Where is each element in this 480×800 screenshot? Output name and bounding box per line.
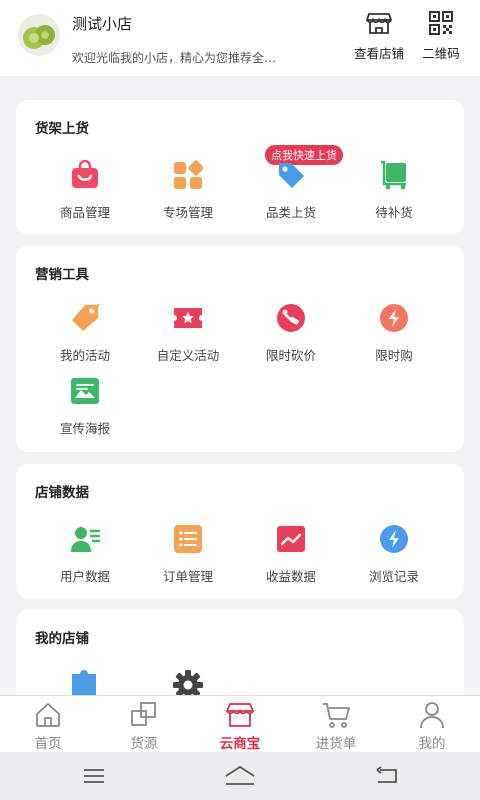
view-store-label: 查看店铺 [353, 46, 404, 61]
item-label: 商品管理 [59, 205, 110, 220]
item-label: 收益数据 [265, 569, 316, 584]
browse-history-button[interactable]: 浏览记录 [338, 524, 450, 585]
tag-icon [72, 303, 100, 331]
home-icon [36, 703, 60, 727]
item-label: 待补货 [375, 205, 413, 220]
tab-mine[interactable]: 我的 [384, 700, 480, 752]
poster-icon [71, 378, 99, 404]
item-label: 用户数据 [59, 569, 110, 584]
cart-icon [381, 160, 406, 190]
shop-avatar[interactable] [18, 14, 60, 56]
tab-sources[interactable]: 货源 [96, 700, 192, 752]
store-icon [366, 13, 392, 34]
system-navigation-bar [0, 752, 480, 800]
bottom-tab-bar: 首页 货源 云商宝 进货单 我的 [0, 695, 480, 752]
item-label: 限时砍价 [265, 348, 316, 363]
flash-sale-button[interactable]: 限时购 [338, 303, 450, 364]
tag-icon [279, 163, 304, 188]
trend-icon [277, 526, 305, 552]
limited-bargain-button[interactable]: 限时砍价 [235, 303, 347, 364]
poster-button[interactable]: 宣传海报 [29, 376, 141, 437]
shelf-section: 货架上货 商品管理 专场管理 点我快速上货 品类上货 待补货 [16, 100, 464, 234]
store-data-section: 店铺数据 用户数据 订单管理 收益数据 浏览记录 [16, 464, 464, 598]
tab-label: 进货单 [315, 736, 357, 752]
section-title: 货架上货 [35, 121, 89, 137]
tab-label: 我的 [418, 736, 446, 752]
item-label: 订单管理 [162, 569, 213, 584]
store-icon [226, 703, 254, 727]
product-management-button[interactable]: 商品管理 [29, 160, 141, 221]
special-management-button[interactable]: 专场管理 [132, 160, 244, 221]
tab-label: 云商宝 [219, 736, 261, 752]
squares-icon [131, 702, 156, 726]
flash-icon [380, 304, 408, 332]
back-icon[interactable] [374, 764, 400, 788]
item-label: 专场管理 [162, 205, 213, 220]
person-icon [420, 702, 444, 729]
qrcode-label: 二维码 [422, 46, 460, 61]
item-label: 宣传海报 [59, 421, 110, 436]
item-label: 品类上货 [265, 205, 316, 220]
ticket-icon [174, 308, 202, 328]
cart-icon [323, 703, 350, 728]
item-label: 我的活动 [59, 348, 110, 363]
tab-label: 货源 [130, 736, 158, 752]
category-listing-button[interactable]: 品类上货 [235, 160, 347, 221]
grid-icon [174, 160, 203, 189]
shop-name: 测试小店 [72, 15, 133, 33]
user-data-button[interactable]: 用户数据 [29, 524, 141, 585]
flash-icon [380, 525, 408, 553]
custom-activity-button[interactable]: 自定义活动 [132, 303, 244, 364]
section-title: 我的店铺 [35, 631, 89, 647]
menu-icon[interactable] [82, 764, 106, 788]
tab-purchase-list[interactable]: 进货单 [288, 700, 384, 752]
qrcode-icon [429, 11, 453, 35]
section-title: 店铺数据 [35, 485, 89, 501]
view-store-button[interactable]: 查看店铺 [347, 10, 411, 62]
shopping-bag-icon [72, 160, 98, 188]
item-label: 限时购 [375, 348, 413, 363]
tab-label: 首页 [34, 736, 62, 752]
item-label: 浏览记录 [368, 569, 419, 584]
tab-cloud-store[interactable]: 云商宝 [192, 700, 288, 752]
section-title: 营销工具 [35, 267, 89, 283]
restock-button[interactable]: 待补货 [338, 160, 450, 221]
item-label: 自定义活动 [156, 348, 220, 363]
shop-header: 测试小店 欢迎光临我的小店，精心为您推荐全… 查看店铺 二维码 [0, 0, 480, 76]
home-nav-icon[interactable] [224, 764, 256, 788]
user-card-icon [71, 527, 100, 552]
list-icon [174, 525, 202, 553]
order-management-button[interactable]: 订单管理 [132, 524, 244, 585]
price-cut-icon [277, 304, 305, 332]
tab-home[interactable]: 首页 [0, 700, 96, 752]
revenue-data-button[interactable]: 收益数据 [235, 524, 347, 585]
marketing-section: 营销工具 我的活动 自定义活动 限时砍价 限时购 宣传海报 [16, 246, 464, 452]
shop-description: 欢迎光临我的小店，精心为您推荐全… [72, 51, 277, 65]
my-activity-button[interactable]: 我的活动 [29, 303, 141, 364]
qrcode-button[interactable]: 二维码 [414, 10, 468, 62]
